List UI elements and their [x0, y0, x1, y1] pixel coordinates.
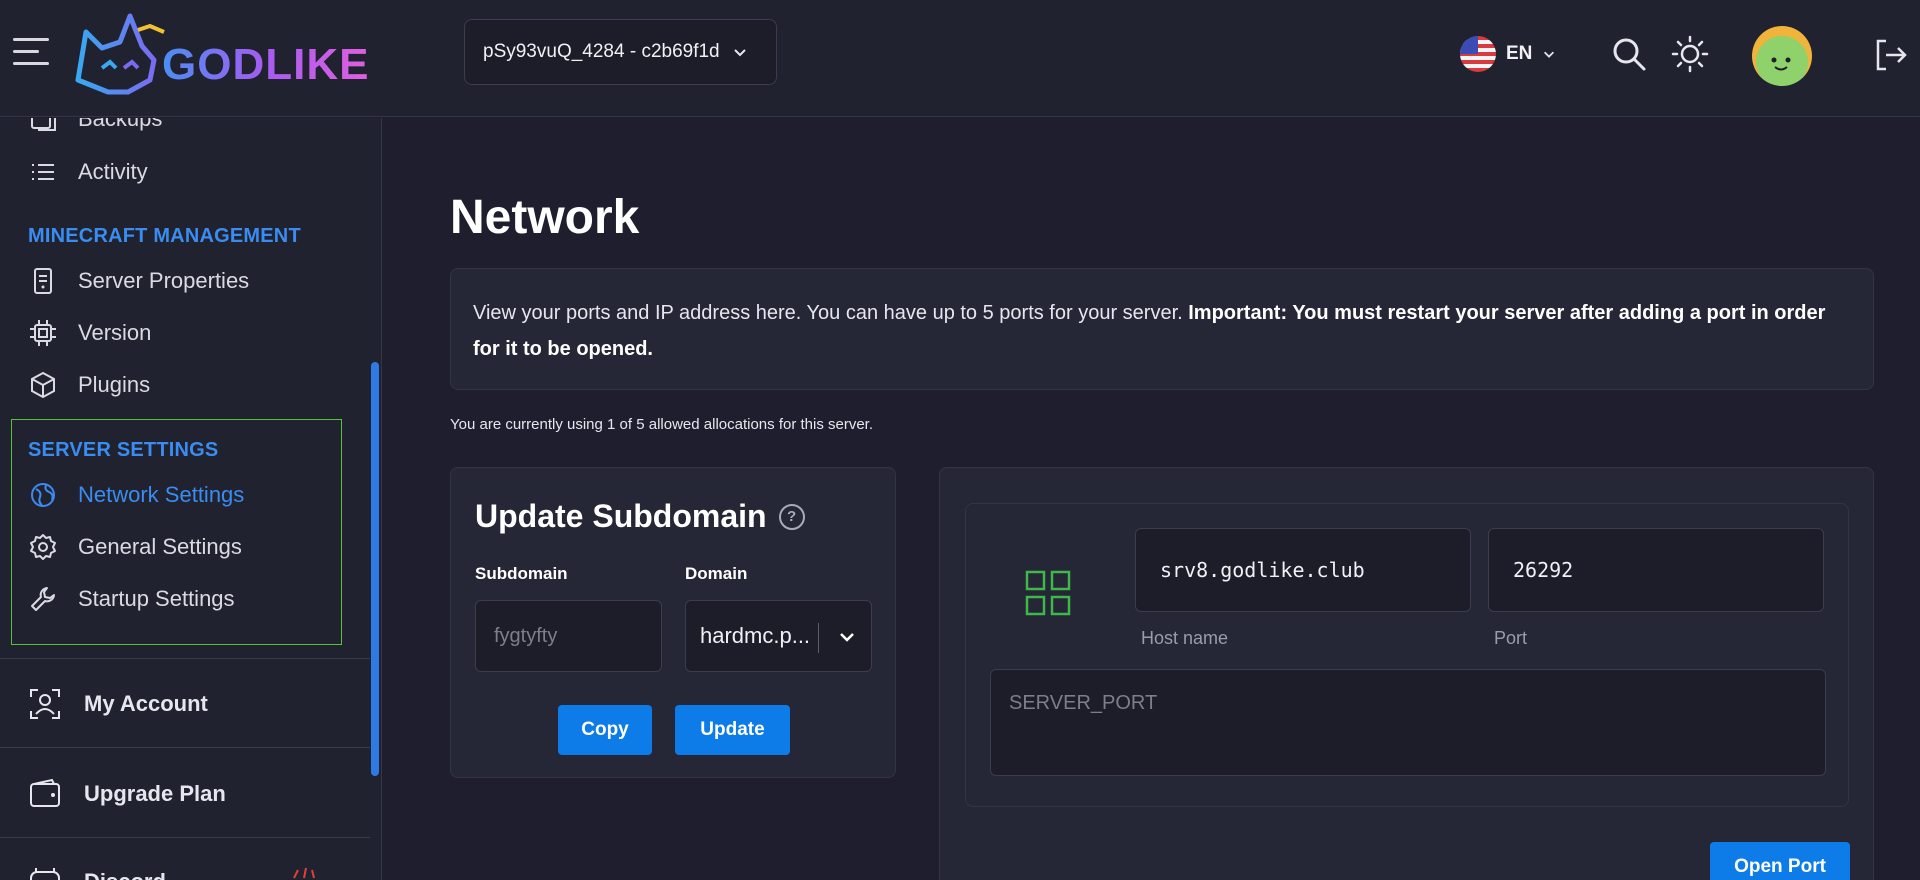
copy-button[interactable]: Copy — [558, 705, 652, 755]
list-icon — [32, 164, 54, 180]
sparkle-icon — [293, 867, 315, 879]
divider — [0, 747, 370, 748]
open-port-button[interactable]: Open Port — [1710, 842, 1850, 880]
card-title: Update Subdomain ? — [475, 498, 805, 535]
sidebar-item-general-settings[interactable]: General Settings — [28, 527, 242, 567]
sidebar-item-label: Backups — [78, 118, 163, 131]
logo-text: GODLIKE — [162, 40, 370, 89]
sidebar: Backups Activity MINECRAFT MANAGEMENT Se… — [0, 118, 382, 880]
subdomain-input[interactable] — [475, 600, 662, 672]
server-selector[interactable]: pSy93vuQ_4284 - c2b69f1d — [464, 19, 777, 85]
domain-label: Domain — [685, 564, 748, 583]
domain-select[interactable]: hardmc.p... — [685, 600, 872, 672]
fox-logo-icon — [75, 13, 165, 95]
grid-icon — [1025, 570, 1071, 616]
backup-icon — [31, 118, 56, 131]
language-selector[interactable]: EN — [1460, 34, 1556, 74]
hostname-field[interactable]: srv8.godlike.club — [1135, 528, 1471, 612]
chevron-down-icon — [840, 633, 854, 642]
sidebar-item-backups[interactable]: Backups — [28, 118, 162, 139]
hostname-caption: Host name — [1141, 628, 1229, 648]
discord-icon — [30, 868, 60, 880]
sidebar-item-startup-settings[interactable]: Startup Settings — [28, 579, 235, 619]
theme-sun-icon[interactable] — [1670, 34, 1710, 74]
chevron-down-icon — [733, 49, 746, 57]
avatar-face-icon — [1771, 57, 1791, 71]
divider — [0, 658, 370, 659]
avatar[interactable] — [1752, 26, 1812, 86]
wallet-icon — [30, 778, 60, 807]
chevron-down-icon — [1544, 51, 1555, 58]
sidebar-item-label: Startup Settings — [78, 586, 235, 611]
logout-icon[interactable] — [1874, 38, 1908, 72]
sidebar-scrollbar[interactable] — [371, 362, 379, 776]
sidebar-item-label: General Settings — [78, 534, 242, 559]
help-icon[interactable]: ? — [778, 503, 805, 530]
sidebar-item-activity[interactable]: Activity — [28, 152, 148, 192]
us-flag-icon — [1460, 36, 1496, 72]
menu-icon[interactable] — [13, 36, 49, 68]
file-icon — [34, 268, 52, 294]
port-caption: Port — [1494, 628, 1528, 648]
page-title: Network — [450, 191, 640, 244]
server-selector-label: pSy93vuQ_4284 - c2b69f1d — [483, 41, 720, 62]
minecraft-management-header: MINECRAFT MANAGEMENT — [28, 225, 301, 247]
update-subdomain-card: Update Subdomain ? Subdomain Domain hard… — [450, 467, 896, 778]
update-subdomain-title: Update Subdomain — [475, 498, 767, 534]
server-settings-header: SERVER SETTINGS — [28, 439, 219, 461]
sidebar-item-version[interactable]: Version — [28, 313, 151, 353]
allocation-row: srv8.godlike.club Host name 26292 Port — [965, 503, 1849, 807]
gear-icon — [30, 534, 56, 560]
port-value: 26292 — [1513, 558, 1574, 582]
sidebar-item-label: Activity — [78, 159, 148, 184]
user-icon — [30, 689, 60, 719]
language-label: EN — [1506, 43, 1533, 64]
top-bar: GODLIKE pSy93vuQ_4284 - c2b69f1d EN — [0, 0, 1920, 117]
sidebar-item-label: Plugins — [78, 372, 151, 397]
subdomain-label: Subdomain — [475, 564, 568, 583]
sidebar-item-label: Server Properties — [78, 268, 250, 293]
search-icon[interactable] — [1611, 36, 1647, 72]
sidebar-item-upgrade-plan[interactable]: Upgrade Plan — [28, 772, 226, 816]
allocation-notes-input[interactable] — [990, 669, 1826, 776]
hostname-value: srv8.godlike.club — [1160, 558, 1365, 582]
my-account-label: My Account — [84, 691, 208, 716]
port-field[interactable]: 26292 — [1488, 528, 1824, 612]
update-button[interactable]: Update — [675, 705, 790, 755]
godlike-logo[interactable]: GODLIKE — [68, 10, 368, 100]
info-text: View your ports and IP address here. You… — [473, 302, 1189, 324]
info-box: View your ports and IP address here. You… — [450, 268, 1874, 390]
divider — [0, 837, 370, 838]
sidebar-item-label: Version — [78, 320, 152, 345]
discord-label: Discord — [84, 869, 166, 880]
upgrade-plan-label: Upgrade Plan — [84, 781, 226, 806]
globe-icon — [31, 483, 55, 507]
sidebar-item-label: Network Settings — [78, 482, 245, 507]
wrench-icon — [31, 587, 55, 611]
chip-icon — [30, 320, 56, 346]
sidebar-item-discord[interactable]: Discord — [28, 860, 166, 880]
sidebar-item-plugins[interactable]: Plugins — [28, 365, 150, 405]
sidebar-item-server-properties[interactable]: Server Properties — [28, 261, 249, 301]
domain-value: hardmc.p... — [700, 623, 811, 648]
allocation-card: srv8.godlike.club Host name 26292 Port O… — [939, 467, 1874, 880]
allocation-usage-text: You are currently using 1 of 5 allowed a… — [450, 416, 874, 433]
sidebar-item-my-account[interactable]: My Account — [28, 682, 208, 726]
select-separator — [818, 623, 819, 653]
package-icon — [31, 371, 55, 399]
sidebar-item-network-settings[interactable]: Network Settings — [28, 475, 244, 515]
